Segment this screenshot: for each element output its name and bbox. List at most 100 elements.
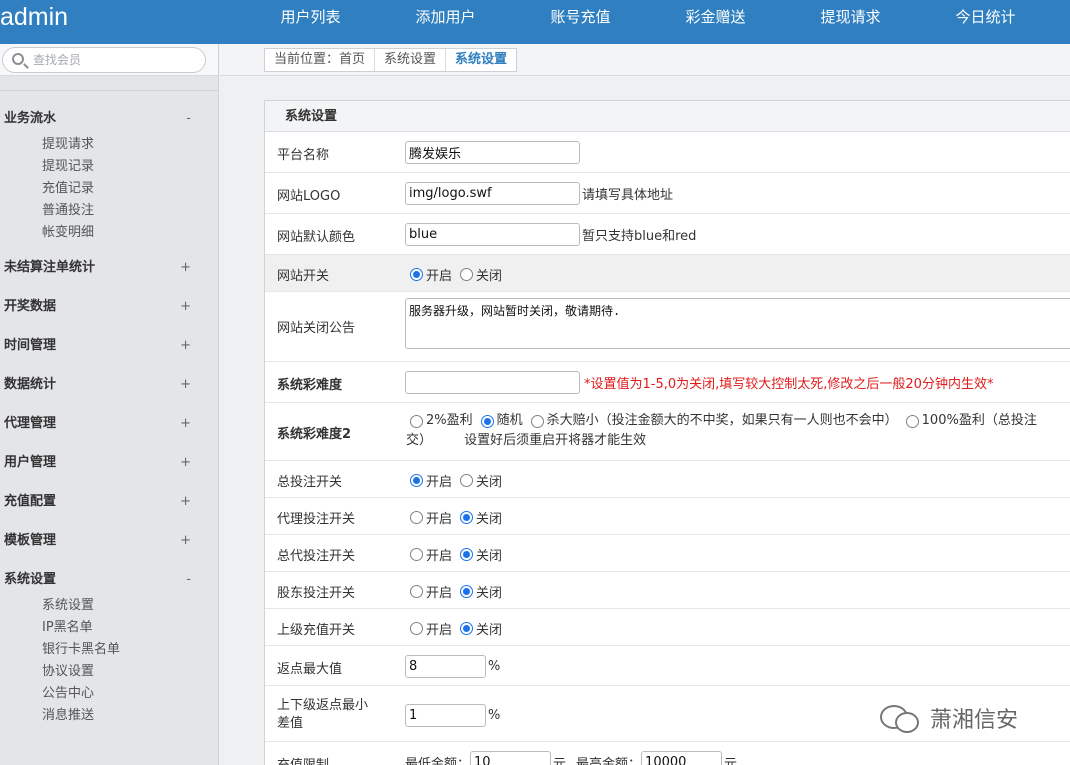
- label-difficulty: 系统彩难度: [277, 378, 343, 393]
- sidebar-item-recharge-record[interactable]: 充值记录: [0, 178, 219, 200]
- sidebar-item-ip-blacklist[interactable]: IP黑名单: [0, 617, 219, 639]
- menu-head-time-management[interactable]: 时间管理 +: [0, 326, 219, 365]
- radio-label: 开启: [426, 512, 453, 527]
- site-switch-on-radio[interactable]: 开启: [410, 265, 452, 284]
- nav-user-list[interactable]: 用户列表: [243, 0, 378, 44]
- bet-switch-on-radio[interactable]: 开启: [410, 471, 452, 490]
- bet-switch-off-radio[interactable]: 关闭: [460, 471, 502, 490]
- watermark-text: 萧湘信安: [930, 708, 1019, 733]
- menu-head-business[interactable]: 业务流水 -: [0, 99, 219, 138]
- difficulty-input[interactable]: [405, 371, 580, 394]
- parent-recharge-off-radio[interactable]: 关闭: [460, 619, 502, 638]
- menu-head-recharge-config[interactable]: 充值配置 +: [0, 482, 219, 521]
- radio-label: 随机: [496, 413, 523, 428]
- radio-checked-icon: [480, 414, 494, 428]
- sidebar-item-withdraw-record[interactable]: 提现记录: [0, 156, 219, 178]
- menu-head-agent-management[interactable]: 代理管理 +: [0, 404, 219, 443]
- member-search[interactable]: [2, 47, 206, 73]
- difficulty2-kill-big-radio[interactable]: 杀大赔小（投注金额大的不中奖，如果只有一人则也不会中）: [530, 411, 898, 431]
- label-platform-name: 平台名称: [277, 148, 330, 163]
- brand-title: admin: [0, 3, 69, 31]
- top-nav: 用户列表 添加用户 账号充值 彩金赠送 提现请求 今日统计: [243, 0, 1053, 44]
- menu-head-label: 充值配置: [4, 494, 57, 509]
- search-icon: [12, 53, 24, 65]
- label-bet-switch: 总投注开关: [277, 475, 343, 490]
- menu-head-user-management[interactable]: 用户管理 +: [0, 443, 219, 482]
- radio-unchecked-icon: [410, 511, 423, 524]
- expand-icon[interactable]: +: [180, 287, 191, 326]
- breadcrumb-system[interactable]: 系统设置: [375, 49, 447, 71]
- agent-switch-on-radio[interactable]: 开启: [410, 508, 452, 527]
- difficulty2-profit2-radio[interactable]: 2%盈利: [410, 411, 473, 431]
- percent-unit: %: [488, 659, 501, 674]
- radio-label: 开启: [426, 623, 453, 638]
- menu-head-label: 开奖数据: [4, 299, 57, 314]
- menu-head-system-settings[interactable]: 系统设置 -: [0, 560, 219, 599]
- color-input[interactable]: [405, 223, 580, 246]
- label-line-2: 差值: [277, 716, 304, 731]
- row-logo: 网站LOGO 请填写具体地址: [265, 173, 1070, 214]
- settings-panel: 系统设置 平台名称 网站LOGO 请填写具体地址 网站默认颜色 暂只支持blue…: [264, 100, 1070, 765]
- rebate-min-diff-input[interactable]: [405, 704, 486, 727]
- platform-name-input[interactable]: [405, 141, 580, 164]
- radio-checked-icon: [410, 268, 423, 281]
- expand-icon[interactable]: +: [180, 482, 191, 521]
- expand-icon[interactable]: +: [180, 248, 191, 287]
- logo-input[interactable]: [405, 182, 580, 205]
- menu-head-label: 模板管理: [4, 533, 57, 548]
- row-platform-name: 平台名称: [265, 132, 1070, 173]
- menu-head-unsettled[interactable]: 未结算注单统计 +: [0, 248, 219, 287]
- difficulty2-restart-hint: 设置好后须重启开将器才能生效: [464, 433, 647, 448]
- expand-icon[interactable]: +: [180, 365, 191, 404]
- nav-account-recharge[interactable]: 账号充值: [513, 0, 648, 44]
- breadcrumb-current: 系统设置: [455, 52, 508, 67]
- sidebar-item-balance-detail[interactable]: 帐变明细: [0, 222, 219, 244]
- nav-today-stats[interactable]: 今日统计: [918, 0, 1053, 44]
- general-agent-switch-off-radio[interactable]: 关闭: [460, 545, 502, 564]
- site-switch-off-radio[interactable]: 关闭: [460, 265, 502, 284]
- sidebar-item-notice-center[interactable]: 公告中心: [0, 683, 219, 705]
- label-difficulty2: 系统彩难度2: [277, 427, 352, 442]
- radio-unchecked-icon: [530, 414, 544, 428]
- radio-label: 2%盈利: [426, 413, 473, 428]
- color-hint: 暂只支持blue和red: [582, 229, 697, 244]
- collapse-icon[interactable]: -: [186, 99, 191, 138]
- label-logo: 网站LOGO: [277, 189, 341, 204]
- shareholder-switch-on-radio[interactable]: 开启: [410, 582, 452, 601]
- nav-withdraw-request[interactable]: 提现请求: [783, 0, 918, 44]
- sidebar-item-message-push[interactable]: 消息推送: [0, 705, 219, 727]
- agent-switch-off-radio[interactable]: 关闭: [460, 508, 502, 527]
- max-amount-input[interactable]: [641, 751, 723, 765]
- radio-label: 关闭: [476, 269, 503, 284]
- rebate-max-input[interactable]: [405, 655, 486, 678]
- menu-head-label: 未结算注单统计: [4, 260, 96, 275]
- row-color: 网站默认颜色 暂只支持blue和red: [265, 214, 1070, 255]
- menu-group-business: 业务流水 - 提现请求 提现记录 充值记录 普通投注 帐变明细: [0, 99, 219, 248]
- row-general-agent-switch: 总代投注开关 开启 关闭: [265, 535, 1070, 572]
- expand-icon[interactable]: +: [180, 443, 191, 482]
- nav-add-user[interactable]: 添加用户: [378, 0, 513, 44]
- shareholder-switch-off-radio[interactable]: 关闭: [460, 582, 502, 601]
- general-agent-switch-on-radio[interactable]: 开启: [410, 545, 452, 564]
- min-amount-input[interactable]: [470, 751, 552, 765]
- label-rebate-min-diff: 上下级返点最小 差值: [277, 697, 368, 733]
- expand-icon[interactable]: +: [180, 326, 191, 365]
- difficulty2-profit100-radio[interactable]: 100%盈利（总投注: [905, 411, 1037, 431]
- close-notice-textarea[interactable]: 服务器升级，网站暂时关闭，敬请期待.: [405, 298, 1070, 349]
- radio-checked-icon: [460, 511, 474, 524]
- radio-label: 开启: [426, 549, 453, 564]
- collapse-icon[interactable]: -: [186, 560, 191, 599]
- nav-bonus-gift[interactable]: 彩金赠送: [648, 0, 783, 44]
- menu-head-statistics[interactable]: 数据统计 +: [0, 365, 219, 404]
- parent-recharge-on-radio[interactable]: 开启: [410, 619, 452, 638]
- sidebar-item-protocol-settings[interactable]: 协议设置: [0, 661, 219, 683]
- expand-icon[interactable]: +: [180, 521, 191, 560]
- sidebar-item-bank-blacklist[interactable]: 银行卡黑名单: [0, 639, 219, 661]
- menu-head-draw-data[interactable]: 开奖数据 +: [0, 287, 219, 326]
- breadcrumb-home[interactable]: 当前位置：首页: [265, 49, 376, 71]
- member-search-input[interactable]: [33, 51, 198, 69]
- menu-head-template[interactable]: 模板管理 +: [0, 521, 219, 560]
- sidebar-item-normal-bet[interactable]: 普通投注: [0, 200, 219, 222]
- expand-icon[interactable]: +: [180, 404, 191, 443]
- difficulty2-random-radio[interactable]: 随机: [480, 411, 523, 431]
